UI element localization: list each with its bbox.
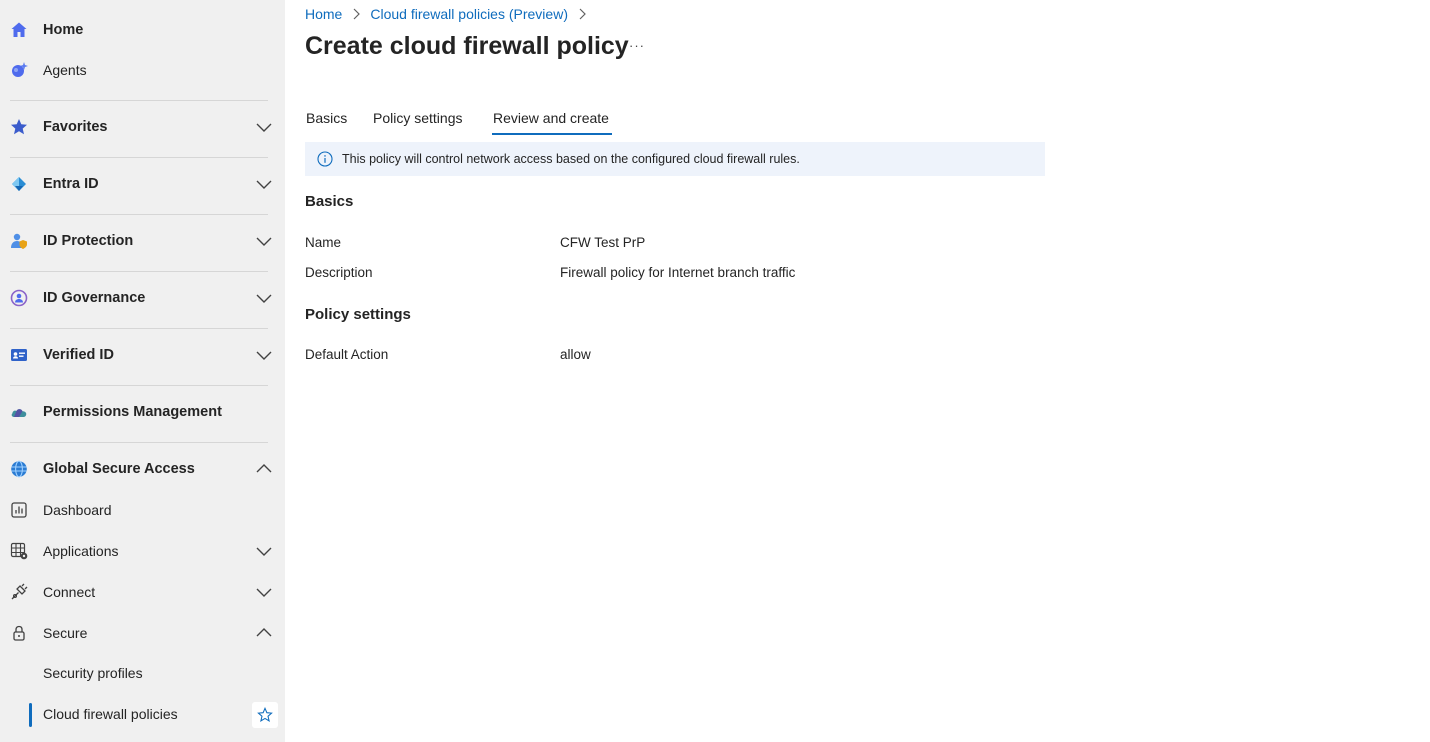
sidebar-divider <box>10 442 268 443</box>
tab-policy-settings[interactable]: Policy settings <box>373 104 462 136</box>
chevron-down-icon[interactable] <box>254 288 274 308</box>
section-heading-policy-settings: Policy settings <box>305 306 411 323</box>
more-options-button[interactable]: ··· <box>626 38 648 58</box>
sidebar-item-label: Home <box>43 22 84 38</box>
sidebar-item-label: Verified ID <box>43 347 114 363</box>
sidebar-item-label: ID Protection <box>43 233 134 249</box>
default-action-value: allow <box>560 347 591 362</box>
sidebar-item-label: Security profiles <box>43 665 143 681</box>
sidebar-item-home[interactable]: Home <box>0 12 285 48</box>
tab-review-and-create[interactable]: Review and create <box>493 104 609 136</box>
verified-id-icon <box>10 346 28 364</box>
agents-icon <box>10 61 28 79</box>
globe-icon <box>10 460 28 478</box>
favorite-star-button[interactable] <box>252 702 278 728</box>
breadcrumb: Home Cloud firewall policies (Preview) <box>305 5 596 23</box>
star-icon <box>10 118 28 136</box>
info-banner: This policy will control network access … <box>305 142 1045 176</box>
chevron-down-icon[interactable] <box>254 345 274 365</box>
sidebar-item-label: Applications <box>43 543 119 559</box>
description-label: Description <box>305 265 373 280</box>
lock-icon <box>10 624 28 642</box>
breadcrumb-home-link[interactable]: Home <box>305 6 342 22</box>
star-outline-icon <box>257 707 273 722</box>
sidebar-item-global-secure-access[interactable]: Global Secure Access <box>0 451 285 487</box>
entra-id-icon <box>10 175 28 193</box>
id-governance-icon <box>10 289 28 307</box>
sidebar-divider <box>10 385 268 386</box>
permissions-cloud-icon <box>10 403 28 421</box>
sidebar-divider <box>10 214 268 215</box>
sidebar-item-connect[interactable]: Connect <box>0 574 285 610</box>
sidebar-item-dashboard[interactable]: Dashboard <box>0 492 285 528</box>
sidebar-divider <box>10 328 268 329</box>
sidebar-item-label: Cloud firewall policies <box>43 706 178 722</box>
sidebar-item-label: Favorites <box>43 119 108 135</box>
chevron-right-icon <box>579 8 586 20</box>
tab-basics[interactable]: Basics <box>306 104 347 136</box>
chevron-down-icon[interactable] <box>254 231 274 251</box>
sidebar-item-label: Agents <box>43 62 87 78</box>
sidebar-divider <box>10 271 268 272</box>
chevron-down-icon[interactable] <box>254 541 274 561</box>
description-value: Firewall policy for Internet branch traf… <box>560 265 796 280</box>
sidebar-item-permissions-management[interactable]: Permissions Management <box>0 394 285 430</box>
connect-plug-icon <box>10 583 28 601</box>
chevron-down-icon[interactable] <box>254 174 274 194</box>
applications-icon <box>10 542 28 560</box>
info-icon <box>317 151 333 167</box>
name-label: Name <box>305 235 342 250</box>
sidebar-item-cloud-firewall-policies[interactable]: Cloud firewall policies <box>0 696 248 732</box>
section-heading-basics: Basics <box>305 193 354 210</box>
dashboard-icon <box>10 501 28 519</box>
sidebar-item-security-profiles[interactable]: Security profiles <box>0 655 285 691</box>
page-title: Create cloud firewall policy <box>305 32 629 60</box>
id-protection-icon <box>10 232 28 250</box>
sidebar-divider <box>10 100 268 101</box>
sidebar-item-label: Connect <box>43 584 96 600</box>
chevron-up-icon[interactable] <box>254 459 274 479</box>
sidebar-item-agents[interactable]: Agents <box>0 52 285 88</box>
sidebar-item-verified-id[interactable]: Verified ID <box>0 337 285 373</box>
sidebar-item-label: ID Governance <box>43 290 146 306</box>
sidebar-item-label: Permissions Management <box>43 404 222 420</box>
sidebar-item-id-protection[interactable]: ID Protection <box>0 223 285 259</box>
sidebar-item-id-governance[interactable]: ID Governance <box>0 280 285 316</box>
breadcrumb-parent-link[interactable]: Cloud firewall policies (Preview) <box>370 6 568 22</box>
chevron-right-icon <box>353 8 361 20</box>
chevron-down-icon[interactable] <box>254 117 274 137</box>
name-value: CFW Test PrP <box>560 235 646 250</box>
sidebar-item-favorites[interactable]: Favorites <box>0 109 285 145</box>
sidebar-divider <box>10 157 268 158</box>
sidebar-item-label: Global Secure Access <box>43 461 195 477</box>
sidebar-item-applications[interactable]: Applications <box>0 533 285 569</box>
sidebar-item-label: Dashboard <box>43 502 112 518</box>
chevron-down-icon[interactable] <box>254 582 274 602</box>
sidebar-item-label: Secure <box>43 625 88 641</box>
home-icon <box>10 21 28 39</box>
info-banner-text: This policy will control network access … <box>342 152 800 166</box>
chevron-up-icon[interactable] <box>254 623 274 643</box>
sidebar-item-label: Entra ID <box>43 176 99 192</box>
active-tab-indicator <box>492 133 612 135</box>
default-action-label: Default Action <box>305 347 389 362</box>
sidebar-item-secure[interactable]: Secure <box>0 615 285 651</box>
sidebar-item-entra-id[interactable]: Entra ID <box>0 166 285 202</box>
sidebar: Home Agents Favorites Entra ID ID Protec… <box>0 0 285 742</box>
